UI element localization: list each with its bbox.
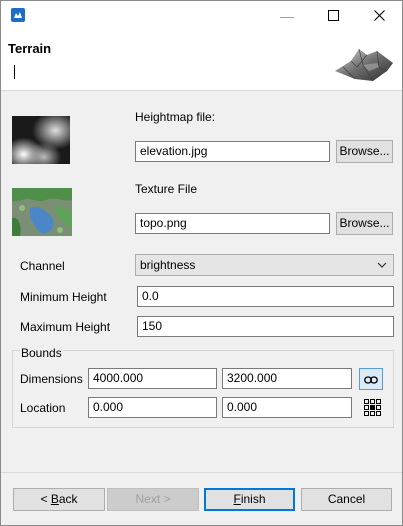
location-label: Location — [20, 401, 66, 415]
texture-label: Texture File — [135, 182, 198, 196]
heightmap-file-input[interactable]: elevation.jpg — [135, 141, 330, 162]
close-button[interactable] — [356, 1, 402, 31]
cancel-button[interactable]: Cancel — [301, 488, 392, 511]
minimize-button[interactable]: — — [264, 1, 310, 31]
bounds-group-label: Bounds — [20, 346, 63, 360]
dimensions-label: Dimensions — [20, 372, 83, 386]
location-x-input[interactable]: 0.000 — [88, 397, 217, 418]
anchor-grid-button[interactable] — [361, 397, 385, 419]
text-caret — [14, 65, 15, 79]
terrain-dialog: — Terrain Heightmap file: elevation.jpg … — [0, 0, 403, 526]
finish-button[interactable]: Finish — [204, 488, 295, 511]
channel-label: Channel — [20, 259, 65, 273]
location-y-input[interactable]: 0.000 — [222, 397, 352, 418]
heightmap-label: Heightmap file: — [135, 110, 216, 124]
back-prefix: < — [40, 492, 51, 506]
wizard-footer: < Back Next > Finish Cancel — [1, 473, 402, 525]
heightmap-browse-button[interactable]: Browse... — [336, 140, 393, 163]
chevron-down-icon — [377, 259, 387, 273]
minimize-icon: — — [280, 8, 294, 24]
dimension-x-input[interactable]: 4000.000 — [88, 368, 217, 389]
link-dimensions-button[interactable] — [359, 368, 383, 390]
wizard-header: Terrain — [1, 31, 402, 91]
back-button[interactable]: < Back — [13, 488, 105, 511]
anchor-grid-icon — [364, 399, 381, 419]
texture-browse-button[interactable]: Browse... — [336, 212, 393, 235]
finish-label-rest: inish — [240, 492, 266, 506]
min-height-input[interactable]: 0.0 — [137, 286, 394, 307]
close-icon — [373, 8, 385, 24]
wizard-content: Heightmap file: elevation.jpg Browse... … — [1, 92, 402, 472]
dimension-y-input[interactable]: 3200.000 — [222, 368, 352, 389]
max-height-label: Maximum Height — [20, 320, 111, 334]
back-mnemonic: B — [50, 492, 59, 506]
max-height-input[interactable]: 150 — [137, 316, 394, 337]
title-bar[interactable]: — — [1, 1, 402, 31]
maximize-button[interactable] — [310, 1, 356, 31]
page-title: Terrain — [8, 41, 52, 56]
channel-selected-value: brightness — [140, 258, 196, 272]
app-icon — [11, 8, 25, 22]
texture-file-input[interactable]: topo.png — [135, 213, 330, 234]
min-height-label: Minimum Height — [20, 290, 107, 304]
next-button[interactable]: Next > — [107, 488, 199, 511]
terrain-logo-icon — [333, 41, 395, 88]
channel-select[interactable]: brightness — [135, 254, 394, 276]
back-label-rest: ack — [58, 492, 78, 506]
maximize-icon — [327, 8, 339, 24]
finish-mnemonic: F — [233, 492, 241, 506]
link-icon — [364, 374, 378, 388]
heightmap-preview — [12, 116, 70, 164]
texture-preview — [12, 188, 72, 236]
